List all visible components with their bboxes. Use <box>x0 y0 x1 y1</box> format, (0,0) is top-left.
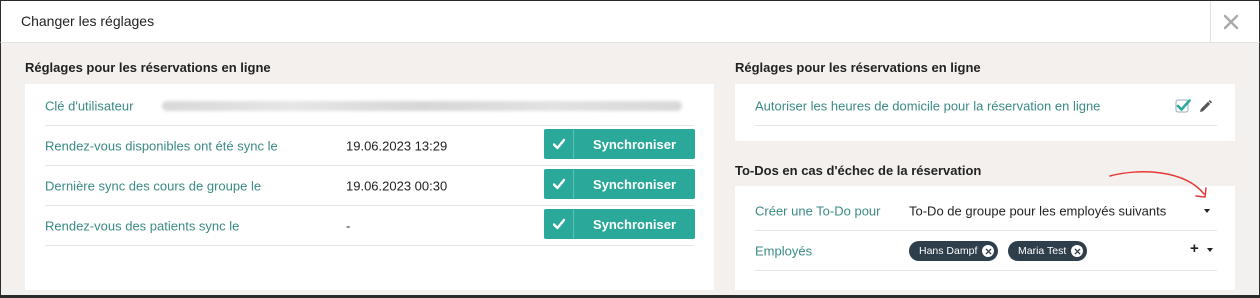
employees-row: Employés Hans Dampf Maria Test + <box>755 231 1217 271</box>
sync-patients-button[interactable]: Synchroniser <box>544 209 695 239</box>
check-icon <box>544 129 574 159</box>
left-settings-panel: Clé d'utilisateur Rendez-vous disponible… <box>25 84 714 290</box>
pencil-icon[interactable] <box>1199 100 1212 113</box>
sync-group-courses-date: 19.06.2023 00:30 <box>346 178 448 193</box>
sync-group-courses-label: Dernière sync des cours de groupe le <box>45 178 262 193</box>
sync-group-courses-row: Dernière sync des cours de groupe le 19.… <box>45 166 695 206</box>
chevron-down-icon[interactable] <box>1207 248 1213 252</box>
employees-label: Employés <box>755 243 813 258</box>
check-icon <box>544 209 574 239</box>
modal-header: Changer les réglages <box>0 0 1260 43</box>
check-icon <box>544 169 574 199</box>
right-settings-panel: Autoriser les heures de domicile pour la… <box>735 84 1235 141</box>
modal-title: Changer les réglages <box>21 13 155 29</box>
todo-section-title: To-Dos en cas d'échec de la réservation <box>735 163 982 178</box>
checkbox-checked-icon[interactable] <box>1175 98 1191 114</box>
close-icon <box>1223 14 1239 30</box>
home-hours-row: Autoriser les heures de domicile pour la… <box>755 86 1217 126</box>
remove-tag-icon[interactable] <box>1071 245 1084 257</box>
sync-patients-button-label: Synchroniser <box>592 216 677 232</box>
close-button[interactable] <box>1213 5 1249 39</box>
create-todo-label: Créer une To-Do pour <box>755 203 881 218</box>
sync-available-label: Rendez-vous disponibles ont été sync le <box>45 138 278 153</box>
employee-tag-label: Hans Dampf <box>919 245 978 257</box>
sync-patients-label: Rendez-vous des patients sync le <box>45 218 240 233</box>
employee-tag: Maria Test <box>1008 241 1088 261</box>
left-section-title: Réglages pour les réservations en ligne <box>25 60 271 75</box>
sync-group-courses-button[interactable]: Synchroniser <box>544 169 695 199</box>
user-key-label: Clé d'utilisateur <box>45 98 134 113</box>
user-key-row: Clé d'utilisateur <box>45 86 694 126</box>
window-border-left <box>0 0 1 298</box>
sync-patients-row: Rendez-vous des patients sync le - Synch… <box>45 206 695 246</box>
employee-tag: Hans Dampf <box>909 241 999 261</box>
right-section-title: Réglages pour les réservations en ligne <box>735 60 981 75</box>
header-divider <box>1210 1 1211 43</box>
sync-patients-date: - <box>346 218 351 233</box>
annotation-arrow-icon <box>1109 171 1207 198</box>
home-hours-label: Autoriser les heures de domicile pour la… <box>755 98 1101 113</box>
chevron-down-icon <box>1204 209 1210 213</box>
sync-available-date: 19.06.2023 13:29 <box>346 138 448 153</box>
user-key-value-blurred <box>162 100 682 111</box>
sync-available-row: Rendez-vous disponibles ont été sync le … <box>45 126 695 166</box>
employee-tag-label: Maria Test <box>1018 245 1067 257</box>
sync-available-button[interactable]: Synchroniser <box>544 129 695 159</box>
sync-available-button-label: Synchroniser <box>592 136 677 152</box>
add-employee-button[interactable]: + <box>1190 240 1199 257</box>
sync-group-courses-button-label: Synchroniser <box>592 176 677 192</box>
remove-tag-icon[interactable] <box>982 245 995 257</box>
